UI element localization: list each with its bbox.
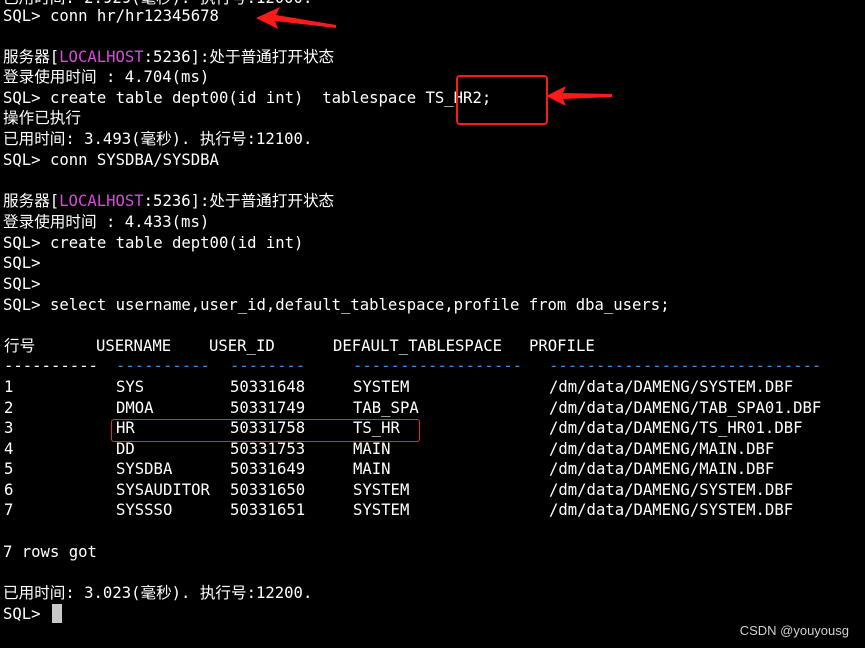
tablespace-value: TS_HR2; xyxy=(425,89,492,107)
server-host: LOCALHOST xyxy=(59,48,144,66)
sql-prompt: SQL> xyxy=(3,296,41,314)
elapsed-line-1: 已用时间: 3.493(毫秒). 执行号:12100. xyxy=(3,130,313,148)
server-status-line-2: 服务器[LOCALHOST:5236]:处于普通打开状态 xyxy=(3,191,334,211)
server-prefix: 服务器[ xyxy=(3,48,60,66)
terminal-window[interactable]: 已用时间: 2.929(毫秒). 执行号:12000. SQL> conn hr… xyxy=(0,0,865,648)
cell-row-number: 6 xyxy=(4,481,14,499)
separator-row-number: ---------- xyxy=(4,357,98,375)
login-time-line-1: 登录使用时间 : 4.704(ms) xyxy=(3,68,210,86)
cell-user-id: 50331649 xyxy=(230,460,306,478)
cell-user-id: 50331651 xyxy=(230,501,306,519)
table-header-row: 行号 USERNAME USER_ID DEFAULT_TABLESPACE P… xyxy=(0,336,865,356)
separator-default-tablespace: ------------------ xyxy=(353,357,522,375)
cell-row-number: 5 xyxy=(4,460,14,478)
cell-username: SYSSSO xyxy=(116,501,173,519)
cell-profile: /dm/data/DAMENG/TS_HR01.DBF xyxy=(549,419,803,437)
cell-user-id: 50331753 xyxy=(230,440,306,458)
table-row: 3 HR 50331758 TS_HR /dm/data/DAMENG/TS_H… xyxy=(0,418,865,438)
cell-username: SYSDBA xyxy=(116,460,173,478)
server-suffix: :5236]:处于普通打开状态 xyxy=(143,48,335,66)
column-header-user-id: USER_ID xyxy=(209,337,275,355)
table-row: 2 DMOA 50331749 TAB_SPA /dm/data/DAMENG/… xyxy=(0,398,865,418)
command-conn-sysdba: conn SYSDBA/SYSDBA xyxy=(49,151,219,169)
rows-got-line: 7 rows got xyxy=(3,543,97,561)
annotation-arrow-icon xyxy=(546,86,612,106)
cell-username: SYSAUDITOR xyxy=(116,481,210,499)
command-line-select: SQL> select username,user_id,default_tab… xyxy=(3,295,670,315)
annotation-arrow-icon xyxy=(256,7,336,29)
command-create-table: create table dept00(id int) xyxy=(49,234,304,252)
table-row: 5 SYSDBA 50331649 MAIN /dm/data/DAMENG/M… xyxy=(0,459,865,479)
cell-row-number: 1 xyxy=(4,378,14,396)
table-separator-row: ---------- ---------- -------- ---------… xyxy=(0,356,865,376)
server-host: LOCALHOST xyxy=(59,192,144,210)
cell-username: SYS xyxy=(116,378,145,396)
cell-profile: /dm/data/DAMENG/SYSTEM.DBF xyxy=(549,501,794,519)
cell-default-tablespace: MAIN xyxy=(353,460,391,478)
column-header-row-number: 行号 xyxy=(4,337,36,355)
elapsed-line-2: 已用时间: 3.023(毫秒). 执行号:12200. xyxy=(3,584,313,602)
cell-row-number: 7 xyxy=(4,501,14,519)
column-header-profile: PROFILE xyxy=(529,337,595,355)
sql-prompt: SQL> xyxy=(3,7,41,25)
cell-profile: /dm/data/DAMENG/MAIN.DBF xyxy=(549,460,775,478)
server-status-line-1: 服务器[LOCALHOST:5236]:处于普通打开状态 xyxy=(3,47,334,67)
empty-prompt-line: SQL> xyxy=(3,254,41,272)
text-cursor[interactable] xyxy=(51,604,62,623)
cell-username: DMOA xyxy=(116,399,154,417)
sql-prompt: SQL> xyxy=(3,89,41,107)
sql-prompt: SQL> xyxy=(3,234,41,252)
command-line-conn-hr: SQL> conn hr/hr12345678 xyxy=(3,6,219,26)
server-prefix: 服务器[ xyxy=(3,192,60,210)
command-line-create-tbs: SQL> create table dept00(id int) tablesp… xyxy=(3,88,491,108)
cell-profile: /dm/data/DAMENG/SYSTEM.DBF xyxy=(549,378,794,396)
column-header-default-tablespace: DEFAULT_TABLESPACE xyxy=(333,337,502,355)
separator-username: ---------- xyxy=(116,357,210,375)
cell-default-tablespace: SYSTEM xyxy=(353,501,410,519)
table-row: 6 SYSAUDITOR 50331650 SYSTEM /dm/data/DA… xyxy=(0,480,865,500)
sql-prompt: SQL> xyxy=(3,605,41,623)
cell-user-id: 50331758 xyxy=(230,419,306,437)
cell-default-tablespace: TAB_SPA xyxy=(353,399,419,417)
cell-profile: /dm/data/DAMENG/SYSTEM.DBF xyxy=(549,481,794,499)
cell-profile: /dm/data/DAMENG/TAB_SPA01.DBF xyxy=(549,399,822,417)
cell-default-tablespace: SYSTEM xyxy=(353,481,410,499)
command-line-create: SQL> create table dept00(id int) xyxy=(3,233,303,253)
active-prompt-line[interactable]: SQL> xyxy=(3,604,62,624)
separator-profile: ----------------------------- xyxy=(549,357,822,375)
cell-username: HR xyxy=(116,419,135,437)
column-header-username: USERNAME xyxy=(96,337,172,355)
table-row: 4 DD 50331753 MAIN /dm/data/DAMENG/MAIN.… xyxy=(0,439,865,459)
command-create-tablespace: create table dept00(id int) tablespace xyxy=(49,89,417,107)
command-select: select username,user_id,default_tablespa… xyxy=(49,296,670,314)
cell-user-id: 50331650 xyxy=(230,481,306,499)
cell-user-id: 50331648 xyxy=(230,378,306,396)
watermark: CSDN @youyousg xyxy=(739,623,849,638)
cell-row-number: 2 xyxy=(4,399,14,417)
table-row: 7 SYSSSO 50331651 SYSTEM /dm/data/DAMENG… xyxy=(0,500,865,520)
login-time-line-2: 登录使用时间 : 4.433(ms) xyxy=(3,213,210,231)
cell-default-tablespace: TS_HR xyxy=(353,419,400,437)
cell-username: DD xyxy=(116,440,135,458)
cell-user-id: 50331749 xyxy=(230,399,306,417)
cell-default-tablespace: SYSTEM xyxy=(353,378,410,396)
command-line-conn-sysdba: SQL> conn SYSDBA/SYSDBA xyxy=(3,150,219,170)
server-suffix: :5236]:处于普通打开状态 xyxy=(143,192,335,210)
separator-user-id: -------- xyxy=(230,357,306,375)
cell-row-number: 4 xyxy=(4,440,14,458)
cell-row-number: 3 xyxy=(4,419,14,437)
sql-prompt: SQL> xyxy=(3,151,41,169)
op-done-line: 操作已执行 xyxy=(3,109,81,127)
table-row: 1 SYS 50331648 SYSTEM /dm/data/DAMENG/SY… xyxy=(0,377,865,397)
cell-profile: /dm/data/DAMENG/MAIN.DBF xyxy=(549,440,775,458)
command-conn-hr: conn hr/hr12345678 xyxy=(49,7,219,25)
empty-prompt-line: SQL> xyxy=(3,275,41,293)
cell-default-tablespace: MAIN xyxy=(353,440,391,458)
